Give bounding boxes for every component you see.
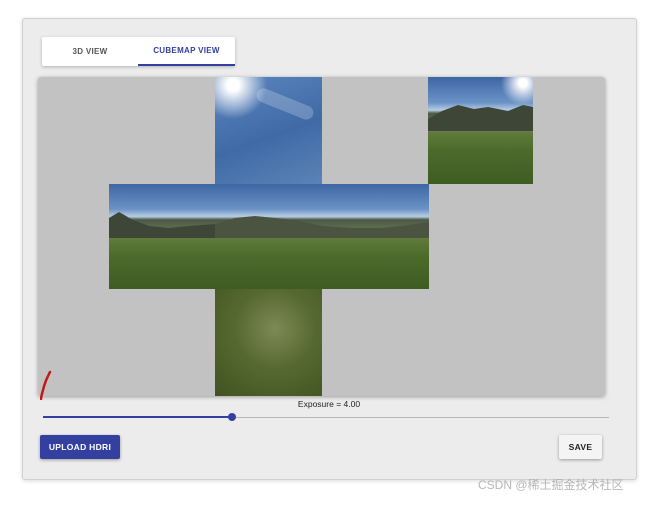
tab-cubemap-view[interactable]: CUBEMAP VIEW — [138, 37, 235, 66]
exposure-slider-fill — [43, 416, 233, 418]
exposure-slider-thumb[interactable] — [228, 413, 237, 421]
exposure-label: Exposure = 4.00 — [297, 399, 361, 409]
save-button[interactable]: SAVE — [559, 435, 602, 459]
cubemap-face-front — [215, 184, 322, 289]
view-tabs: 3D VIEW CUBEMAP VIEW — [42, 37, 235, 66]
cubemap-face-left — [109, 184, 216, 289]
cubemap-face-right — [322, 184, 429, 289]
cubemap-face-top — [215, 77, 322, 184]
cubemap-face-back — [428, 77, 533, 184]
tab-3d-view[interactable]: 3D VIEW — [42, 37, 138, 66]
cubemap-viewer[interactable] — [38, 77, 605, 396]
cubemap-face-bottom — [215, 289, 322, 396]
upload-hdri-button[interactable]: UPLOAD HDRI — [40, 435, 120, 459]
watermark-text: CSDN @稀土掘金技术社区 — [478, 478, 624, 492]
red-stroke-mark — [40, 370, 52, 400]
